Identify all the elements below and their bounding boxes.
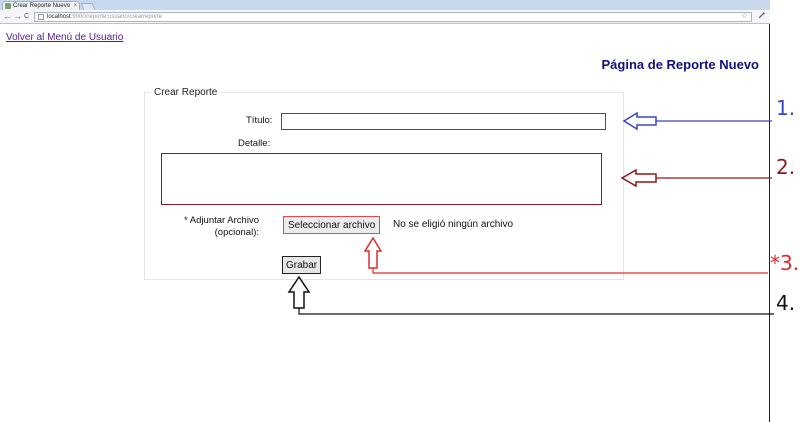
page-icon [38, 14, 44, 20]
adjuntar-label-line2: (opcional): [214, 227, 259, 238]
fieldset-legend: Crear Reporte [154, 87, 218, 98]
select-file-button[interactable]: Seleccionar archivo [283, 216, 381, 234]
titulo-input[interactable] [281, 113, 606, 130]
back-arrow-icon[interactable]: ← [3, 11, 12, 22]
bookmark-star-icon[interactable]: ☆ [741, 13, 748, 20]
annotation-number-4: 4. [776, 291, 796, 315]
tab-bar: Crear Reporte Nuevo × [0, 0, 770, 10]
address-bar[interactable]: localhost:9000/reporte.usuario/crearrepo… [34, 12, 752, 22]
url-path: :9000/reporte.usuario/crearreporte [70, 14, 163, 20]
reload-icon[interactable]: C [24, 11, 29, 22]
tab-title: Crear Reporte Nuevo [13, 3, 71, 9]
adjuntar-archivo-label: * Adjuntar Archivo (opcional): [184, 215, 259, 239]
titulo-label: Título: [246, 115, 273, 126]
annotation-number-1: 1. [776, 96, 796, 120]
grabar-button[interactable]: Grabar [282, 256, 322, 274]
annotation-number-2: 2. [776, 155, 796, 179]
adjuntar-label-line1: * Adjuntar Archivo [184, 215, 259, 226]
wrench-icon[interactable] [757, 11, 766, 22]
back-to-user-menu-link[interactable]: Volver al Menú de Usuario [6, 32, 123, 43]
page-title: Página de Reporte Nuevo [601, 57, 759, 72]
tab-close-icon[interactable]: × [73, 2, 77, 10]
file-status-text: No se eligió ningún archivo [393, 219, 514, 230]
favicon-icon [5, 3, 11, 9]
forward-arrow-icon[interactable]: → [13, 11, 22, 22]
browser-tab[interactable]: Crear Reporte Nuevo × [2, 1, 80, 10]
detalle-label: Detalle: [238, 138, 271, 149]
browser-window: Crear Reporte Nuevo × ← → C localhost:90… [0, 0, 770, 422]
detalle-textarea[interactable] [161, 153, 602, 205]
url-host: localhost [47, 14, 71, 20]
browser-toolbar: ← → C localhost:9000/reporte.usuario/cre… [0, 10, 770, 24]
annotation-number-3: *3. [770, 251, 800, 275]
new-tab-button[interactable] [80, 3, 96, 10]
